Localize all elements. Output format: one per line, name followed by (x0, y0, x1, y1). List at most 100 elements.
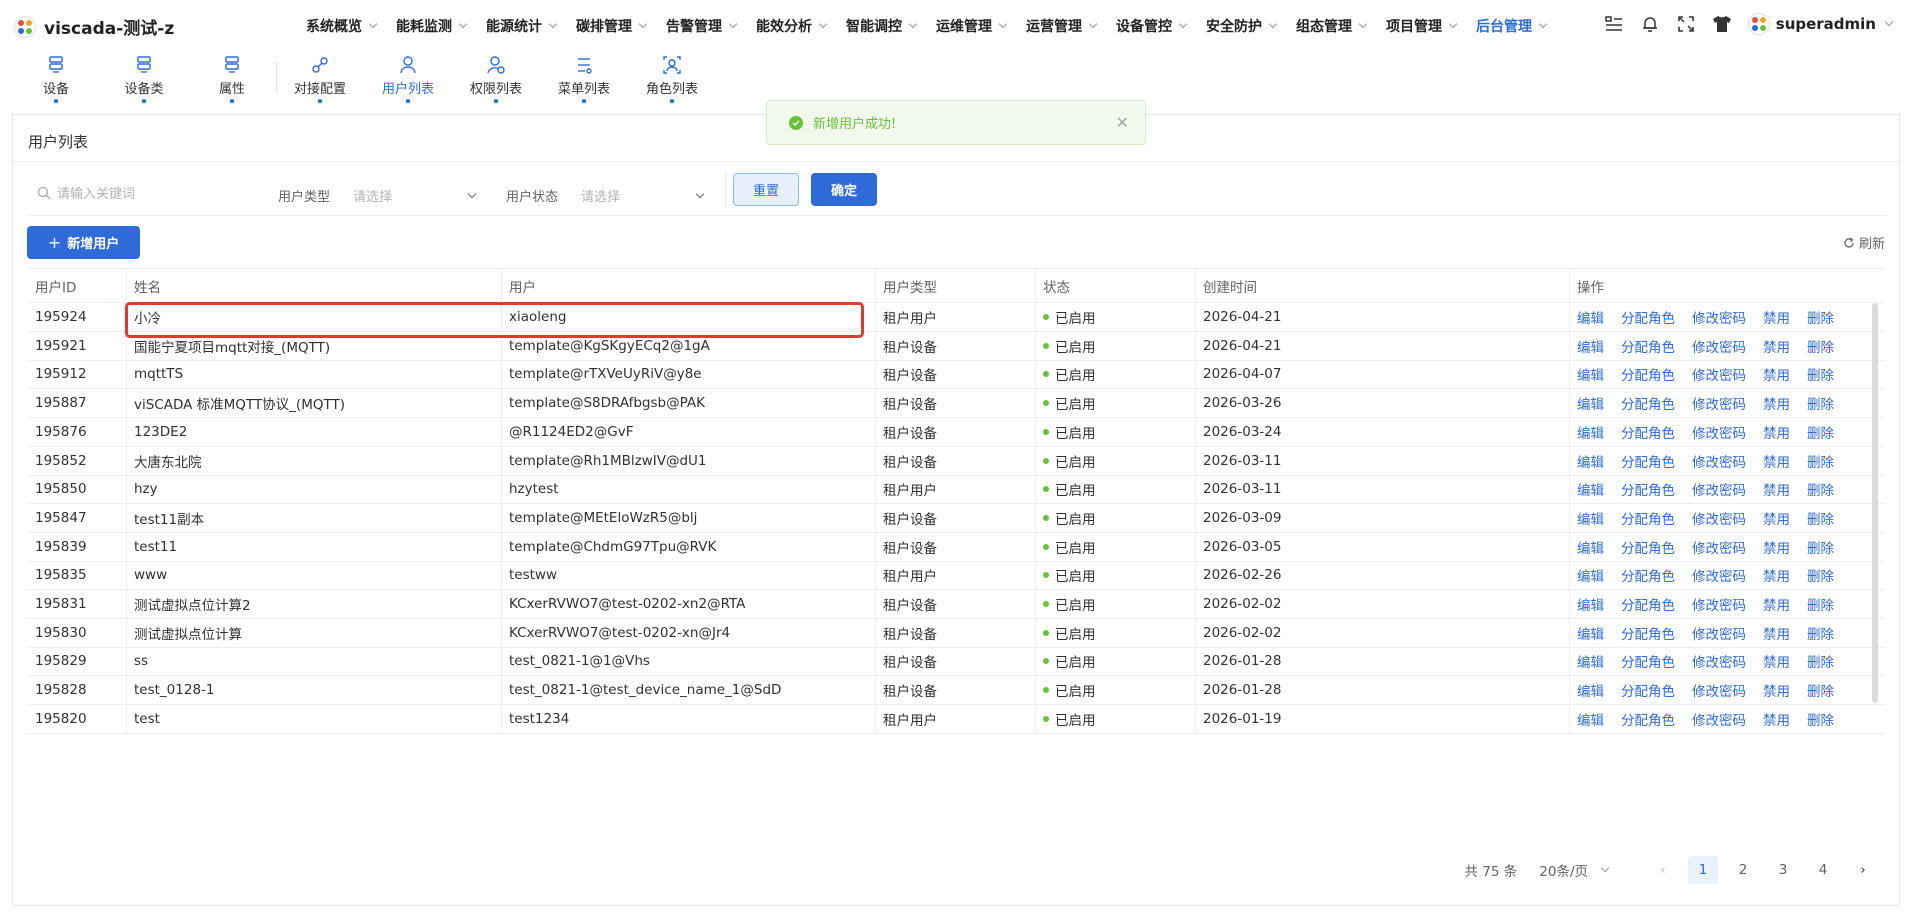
delete-button[interactable]: 删除 (1807, 623, 1834, 643)
edit-button[interactable]: 编辑 (1577, 709, 1604, 729)
change-password-button[interactable]: 修改密码 (1692, 680, 1746, 700)
disable-button[interactable]: 禁用 (1763, 623, 1790, 643)
change-password-button[interactable]: 修改密码 (1692, 336, 1746, 356)
change-password-button[interactable]: 修改密码 (1692, 451, 1746, 471)
delete-button[interactable]: 删除 (1807, 651, 1834, 671)
nav-item[interactable]: 智能调控 (846, 16, 918, 36)
nav-item[interactable]: 运营管理 (1026, 16, 1098, 36)
subnav-item[interactable]: 菜单列表 (554, 54, 614, 103)
page-button[interactable]: 1 (1688, 856, 1718, 884)
assign-role-button[interactable]: 分配角色 (1621, 709, 1675, 729)
assign-role-button[interactable]: 分配角色 (1621, 336, 1675, 356)
disable-button[interactable]: 禁用 (1763, 565, 1790, 585)
nav-item[interactable]: 组态管理 (1296, 16, 1368, 36)
nav-item[interactable]: 设备管控 (1116, 16, 1188, 36)
assign-role-button[interactable]: 分配角色 (1621, 307, 1675, 327)
assign-role-button[interactable]: 分配角色 (1621, 651, 1675, 671)
table-row[interactable]: 195921 国能宁夏项目mqtt对接_(MQTT) template@KgSKgy… (27, 331, 1884, 361)
table-scrollbar[interactable] (1872, 303, 1878, 703)
table-row[interactable]: 195912 mqttTS template@rTXVeUyRiV@y8e 租户设备 已… (27, 360, 1884, 390)
edit-button[interactable]: 编辑 (1577, 680, 1604, 700)
change-password-button[interactable]: 修改密码 (1692, 307, 1746, 327)
delete-button[interactable]: 删除 (1807, 393, 1834, 413)
assign-role-button[interactable]: 分配角色 (1621, 680, 1675, 700)
change-password-button[interactable]: 修改密码 (1692, 537, 1746, 557)
delete-button[interactable]: 删除 (1807, 422, 1834, 442)
change-password-button[interactable]: 修改密码 (1692, 709, 1746, 729)
assign-role-button[interactable]: 分配角色 (1621, 594, 1675, 614)
change-password-button[interactable]: 修改密码 (1692, 393, 1746, 413)
change-password-button[interactable]: 修改密码 (1692, 565, 1746, 585)
assign-role-button[interactable]: 分配角色 (1621, 364, 1675, 384)
nav-item[interactable]: 碳排管理 (576, 16, 648, 36)
nav-item[interactable]: 后台管理 (1476, 16, 1548, 36)
brand[interactable]: viscada-测试-z (14, 14, 174, 39)
confirm-button[interactable]: 确定 (811, 173, 877, 206)
edit-button[interactable]: 编辑 (1577, 651, 1604, 671)
disable-button[interactable]: 禁用 (1763, 479, 1790, 499)
subnav-item[interactable]: 设备 (26, 54, 86, 103)
edit-button[interactable]: 编辑 (1577, 307, 1604, 327)
disable-button[interactable]: 禁用 (1763, 709, 1790, 729)
disable-button[interactable]: 禁用 (1763, 651, 1790, 671)
reset-button[interactable]: 重置 (733, 173, 799, 206)
search-input[interactable]: 请输入关键词 (37, 183, 135, 202)
assign-role-button[interactable]: 分配角色 (1621, 451, 1675, 471)
edit-button[interactable]: 编辑 (1577, 565, 1604, 585)
table-row[interactable]: 195887 viSCADA 标准MQTT协议_(MQTT) template@S8… (27, 389, 1884, 419)
delete-button[interactable]: 删除 (1807, 537, 1834, 557)
edit-button[interactable]: 编辑 (1577, 451, 1604, 471)
change-password-button[interactable]: 修改密码 (1692, 594, 1746, 614)
disable-button[interactable]: 禁用 (1763, 680, 1790, 700)
edit-button[interactable]: 编辑 (1577, 623, 1604, 643)
change-password-button[interactable]: 修改密码 (1692, 479, 1746, 499)
table-row[interactable]: 195830 测试虚拟点位计算 KCxerRVWO7@test-0202-xn@Jr… (27, 618, 1884, 648)
edit-button[interactable]: 编辑 (1577, 422, 1604, 442)
subnav-item[interactable]: 用户列表 (378, 54, 438, 103)
add-user-button[interactable]: + 新增用户 (27, 226, 140, 259)
nav-item[interactable]: 项目管理 (1386, 16, 1458, 36)
user-type-select[interactable]: 请选择 (353, 186, 477, 205)
table-row[interactable]: 195876 123DE2 @R1124ED2@GvF 租户设备 已启用 2026-03-… (27, 417, 1884, 447)
assign-role-button[interactable]: 分配角色 (1621, 565, 1675, 585)
page-button[interactable]: 3 (1768, 856, 1798, 884)
edit-button[interactable]: 编辑 (1577, 508, 1604, 528)
next-page-button[interactable]: › (1848, 856, 1878, 884)
subnav-item[interactable]: 属性 (202, 54, 262, 103)
table-row[interactable]: 195850 hzy hzytest 租户用户 已启用 2026-03-11 编辑 分配角色修… (27, 475, 1884, 505)
nav-item[interactable]: 能效分析 (756, 16, 828, 36)
fullscreen-icon[interactable] (1676, 14, 1696, 34)
delete-button[interactable]: 删除 (1807, 594, 1834, 614)
assign-role-button[interactable]: 分配角色 (1621, 623, 1675, 643)
nav-item[interactable]: 告警管理 (666, 16, 738, 36)
edit-button[interactable]: 编辑 (1577, 336, 1604, 356)
disable-button[interactable]: 禁用 (1763, 393, 1790, 413)
nav-item[interactable]: 安全防护 (1206, 16, 1278, 36)
prev-page-button[interactable]: ‹ (1648, 856, 1678, 884)
layout-list-icon[interactable] (1604, 14, 1624, 34)
nav-item[interactable]: 运维管理 (936, 16, 1008, 36)
disable-button[interactable]: 禁用 (1763, 336, 1790, 356)
delete-button[interactable]: 删除 (1807, 307, 1834, 327)
disable-button[interactable]: 禁用 (1763, 594, 1790, 614)
edit-button[interactable]: 编辑 (1577, 594, 1604, 614)
disable-button[interactable]: 禁用 (1763, 364, 1790, 384)
bell-icon[interactable] (1640, 14, 1660, 34)
disable-button[interactable]: 禁用 (1763, 422, 1790, 442)
subnav-item[interactable]: 角色列表 (642, 54, 702, 103)
delete-button[interactable]: 删除 (1807, 364, 1834, 384)
table-row[interactable]: 195828 test_0128-1 test_0821-1@test_device… (27, 676, 1884, 706)
assign-role-button[interactable]: 分配角色 (1621, 422, 1675, 442)
delete-button[interactable]: 删除 (1807, 709, 1834, 729)
change-password-button[interactable]: 修改密码 (1692, 422, 1746, 442)
subnav-item[interactable]: 对接配置 (290, 54, 350, 103)
assign-role-button[interactable]: 分配角色 (1621, 537, 1675, 557)
disable-button[interactable]: 禁用 (1763, 537, 1790, 557)
disable-button[interactable]: 禁用 (1763, 307, 1790, 327)
disable-button[interactable]: 禁用 (1763, 451, 1790, 471)
delete-button[interactable]: 删除 (1807, 336, 1834, 356)
user-status-select[interactable]: 请选择 (581, 186, 705, 205)
page-button[interactable]: 4 (1808, 856, 1838, 884)
refresh-button[interactable]: 刷新 (1843, 233, 1885, 252)
table-row[interactable]: 195831 测试虚拟点位计算2 KCxerRVWO7@test-0202-xn2@… (27, 590, 1884, 619)
